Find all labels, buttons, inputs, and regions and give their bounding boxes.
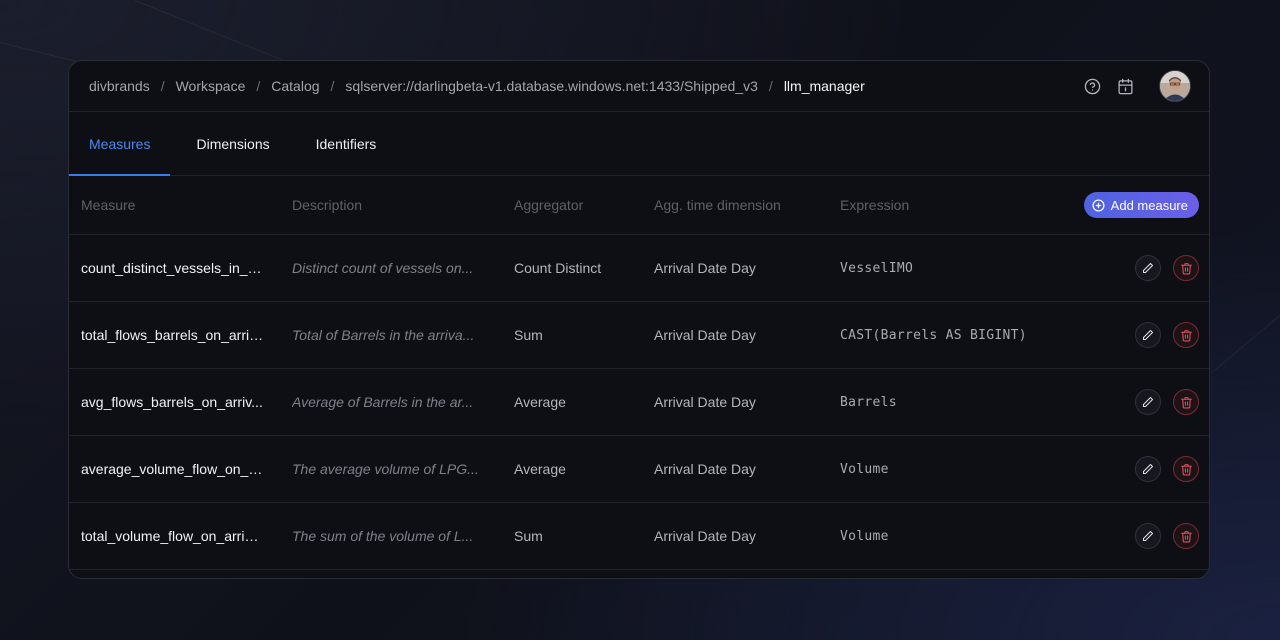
table-row: average_volume_flow_on_ar... The average… xyxy=(69,436,1209,503)
trash-icon xyxy=(1180,329,1192,341)
background-line xyxy=(1211,314,1280,373)
pencil-icon xyxy=(1143,464,1153,474)
cell-aggregator: Average xyxy=(514,461,566,477)
tab-dimensions[interactable]: Dimensions xyxy=(176,112,289,175)
plus-circle-icon xyxy=(1092,198,1105,212)
breadcrumb-item-current: llm_manager xyxy=(783,78,865,94)
delete-button[interactable] xyxy=(1173,456,1199,482)
cell-time-dimension: Arrival Date Day xyxy=(654,394,756,410)
top-bar: divbrands / Workspace / Catalog / sqlser… xyxy=(69,61,1209,112)
edit-button[interactable] xyxy=(1135,389,1161,415)
cell-expression: CAST(Barrels AS BIGINT) xyxy=(840,327,1027,343)
cell-measure: count_distinct_vessels_in_fl... xyxy=(81,260,267,276)
cell-measure: total_flows_barrels_on_arriv... xyxy=(81,327,267,343)
pencil-icon xyxy=(1143,330,1153,340)
cell-measure: avg_flows_barrels_on_arriv... xyxy=(81,394,263,410)
add-measure-label: Add measure xyxy=(1110,197,1188,213)
edit-button[interactable] xyxy=(1135,456,1161,482)
cell-aggregator: Sum xyxy=(514,528,543,544)
edit-button[interactable] xyxy=(1135,255,1161,281)
breadcrumb-separator: / xyxy=(160,78,165,94)
row-actions xyxy=(1059,523,1209,549)
table-row: total_volume_flow_on_arriva... The sum o… xyxy=(69,503,1209,570)
breadcrumb-separator: / xyxy=(768,78,773,94)
header-time-dimension: Agg. time dimension xyxy=(654,197,781,213)
delete-button[interactable] xyxy=(1173,389,1199,415)
row-actions xyxy=(1059,322,1209,348)
cell-expression: Volume xyxy=(840,461,889,477)
breadcrumb-separator: / xyxy=(256,78,261,94)
trash-icon xyxy=(1180,463,1192,475)
row-actions xyxy=(1059,255,1209,281)
table-row: avg_flows_barrels_on_arriv... Average of… xyxy=(69,369,1209,436)
header-expression: Expression xyxy=(840,197,910,213)
breadcrumb-item-connection[interactable]: sqlserver://darlingbeta-v1.database.wind… xyxy=(345,78,758,94)
edit-button[interactable] xyxy=(1135,322,1161,348)
add-measure-button[interactable]: Add measure xyxy=(1083,192,1199,218)
header-description: Description xyxy=(292,197,363,213)
cell-time-dimension: Arrival Date Day xyxy=(654,528,756,544)
measures-panel: divbrands / Workspace / Catalog / sqlser… xyxy=(68,60,1210,579)
cell-expression: Barrels xyxy=(840,394,897,410)
cell-aggregator: Sum xyxy=(514,327,543,343)
background-line xyxy=(134,0,293,65)
cell-time-dimension: Arrival Date Day xyxy=(654,327,756,343)
cell-description: Distinct count of vessels on... xyxy=(292,260,474,276)
tab-measures[interactable]: Measures xyxy=(69,112,171,176)
edit-button[interactable] xyxy=(1135,523,1161,549)
cell-description: The average volume of LPG... xyxy=(292,461,479,477)
cell-measure: total_volume_flow_on_arriva... xyxy=(81,528,271,544)
cell-time-dimension: Arrival Date Day xyxy=(654,461,756,477)
trash-icon xyxy=(1180,262,1192,274)
delete-button[interactable] xyxy=(1173,523,1199,549)
header-measure: Measure xyxy=(81,197,136,213)
breadcrumb-separator: / xyxy=(330,78,335,94)
trash-icon xyxy=(1180,396,1192,408)
cell-aggregator: Average xyxy=(514,394,566,410)
calendar-icon[interactable] xyxy=(1116,77,1135,96)
tab-identifiers[interactable]: Identifiers xyxy=(296,112,397,175)
cell-aggregator: Count Distinct xyxy=(514,260,602,276)
breadcrumb-item-workspace[interactable]: Workspace xyxy=(176,78,246,94)
header-actions: Add measure xyxy=(1059,192,1209,218)
breadcrumb-item-catalog[interactable]: Catalog xyxy=(271,78,319,94)
header-aggregator: Aggregator xyxy=(514,197,584,213)
pencil-icon xyxy=(1143,263,1153,273)
pencil-icon xyxy=(1143,397,1153,407)
cell-time-dimension: Arrival Date Day xyxy=(654,260,756,276)
tab-bar: Measures Dimensions Identifiers xyxy=(69,112,1209,176)
cell-expression: VesselIMO xyxy=(840,260,914,276)
cell-description: Average of Barrels in the ar... xyxy=(292,394,474,410)
row-actions xyxy=(1059,456,1209,482)
cell-measure: average_volume_flow_on_ar... xyxy=(81,461,272,477)
delete-button[interactable] xyxy=(1173,322,1199,348)
trash-icon xyxy=(1180,530,1192,542)
user-avatar[interactable] xyxy=(1159,70,1191,102)
cell-description: Total of Barrels in the arriva... xyxy=(292,327,475,343)
cell-description: The sum of the volume of L... xyxy=(292,528,474,544)
row-actions xyxy=(1059,389,1209,415)
help-circle-icon[interactable] xyxy=(1083,77,1102,96)
table-row: total_flows_barrels_on_arriv... Total of… xyxy=(69,302,1209,369)
cell-expression: Volume xyxy=(840,528,889,544)
pencil-icon xyxy=(1143,531,1153,541)
delete-button[interactable] xyxy=(1173,255,1199,281)
table-row: count_distinct_vessels_in_fl... Distinct… xyxy=(69,235,1209,302)
breadcrumb: divbrands / Workspace / Catalog / sqlser… xyxy=(89,78,1083,94)
breadcrumb-item-divbrands[interactable]: divbrands xyxy=(89,78,150,94)
top-actions xyxy=(1083,70,1191,102)
table-header: Measure Description Aggregator Agg. time… xyxy=(69,176,1209,235)
